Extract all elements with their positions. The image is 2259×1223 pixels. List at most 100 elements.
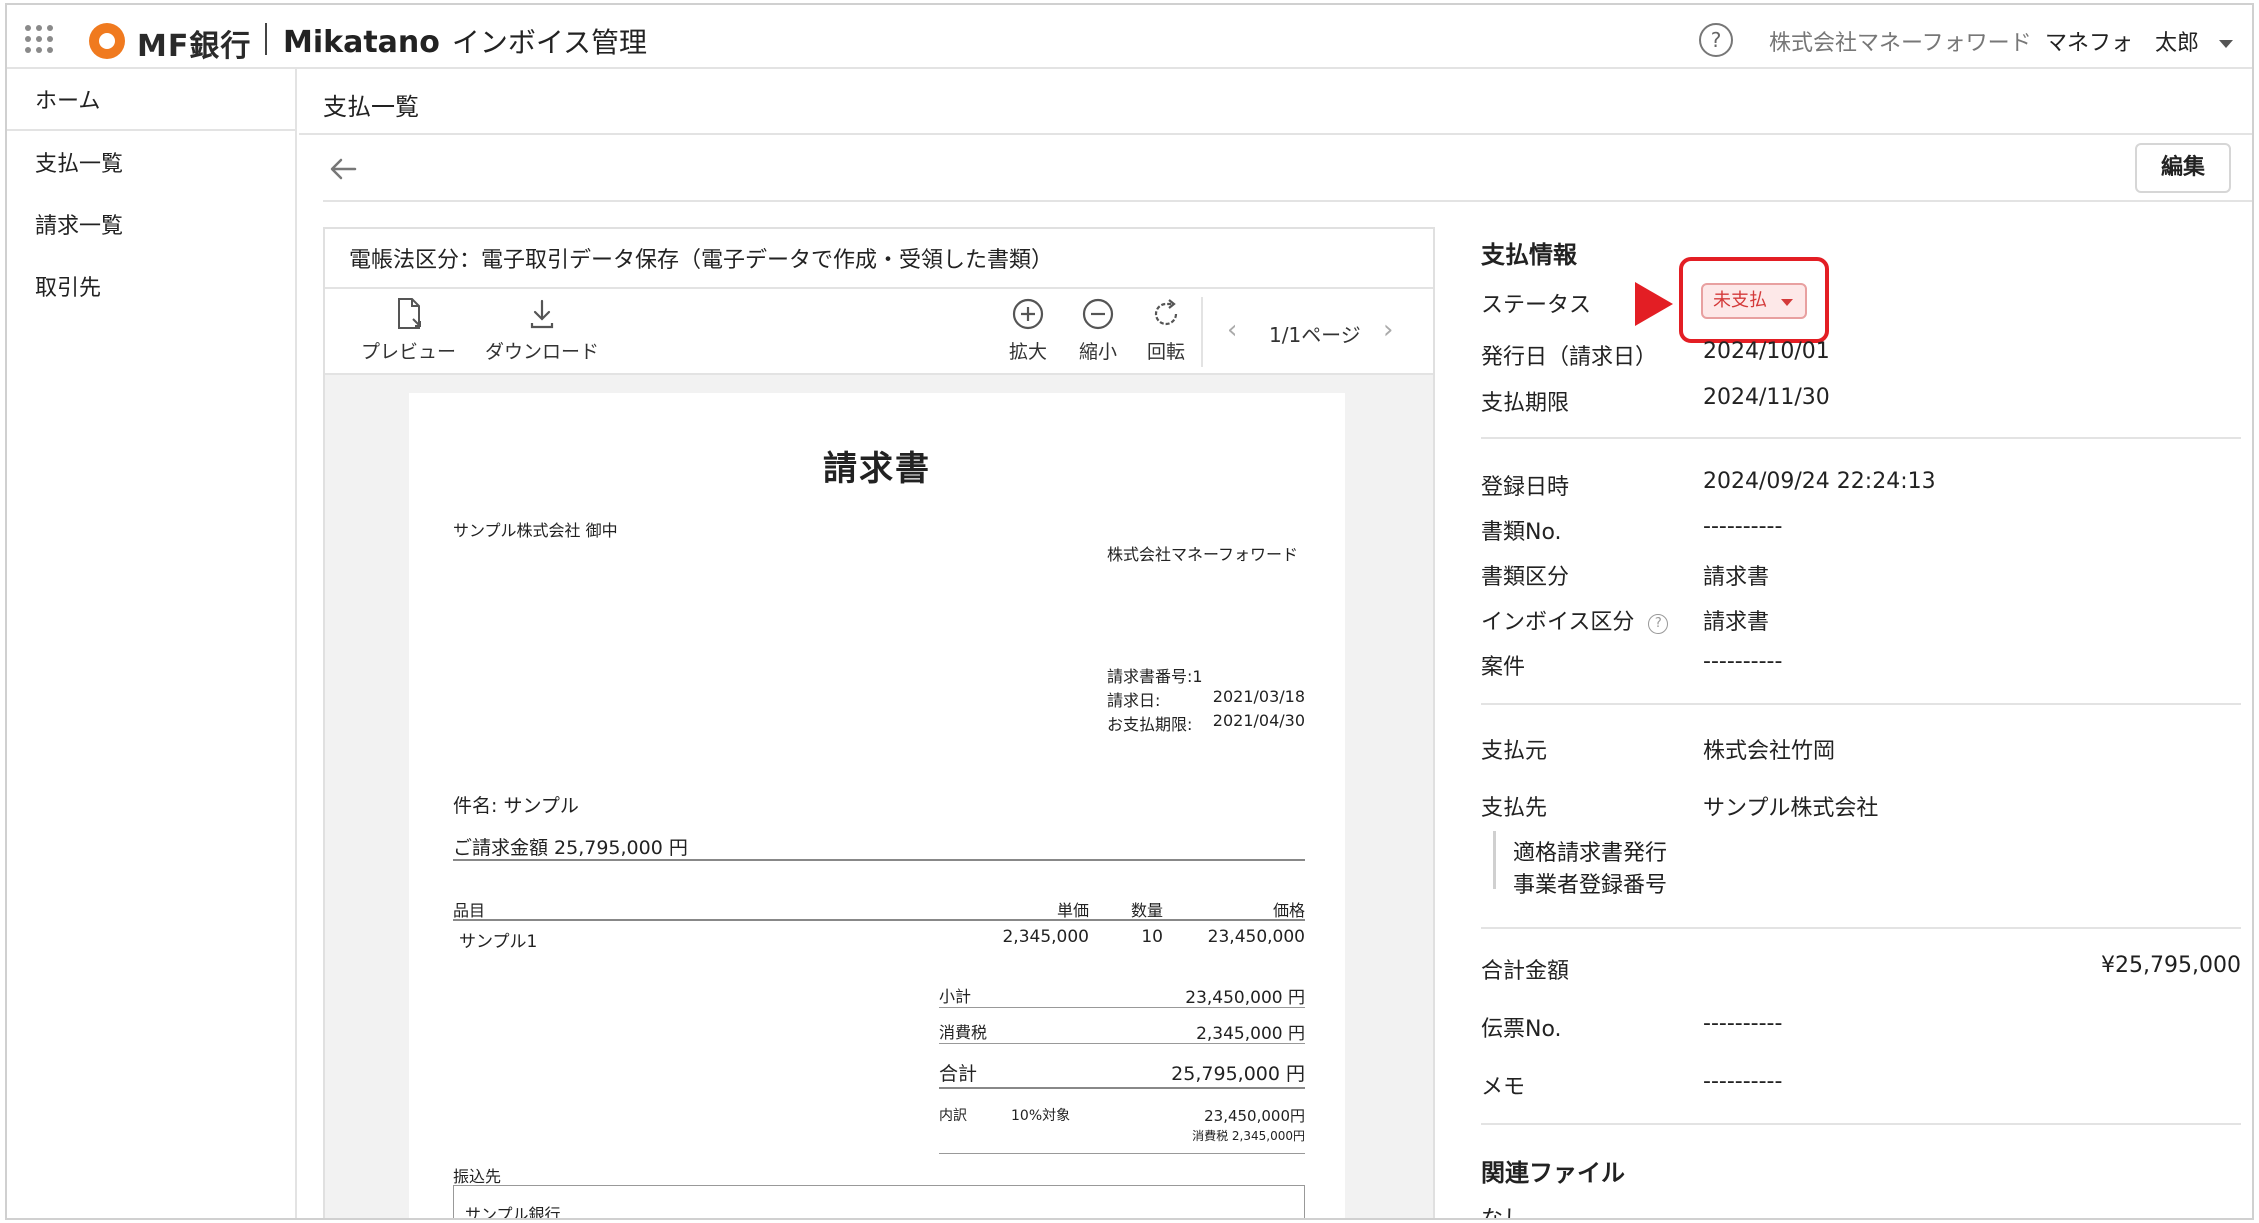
registered-label: 登録日時	[1481, 475, 1570, 500]
doc-bank-name: サンプル銀行	[465, 1205, 561, 1220]
section-title-payment: 支払情報	[1481, 241, 1577, 269]
doc-invoice-no: 請求書番号:1	[1107, 667, 1203, 686]
sidebar-item-label: 請求一覧	[35, 214, 124, 239]
doc-row-qty: 10	[1141, 927, 1163, 947]
doc-breakdown-target: 10%対象	[1011, 1108, 1071, 1124]
divider	[1481, 437, 2241, 439]
back-arrow-icon[interactable]	[325, 151, 361, 187]
doc-type-value: 請求書	[1703, 565, 1770, 590]
help-icon[interactable]: ?	[1699, 23, 1733, 57]
sidebar-item-payments[interactable]: 支払一覧	[7, 131, 295, 193]
app-brand: Mikatano	[283, 25, 440, 60]
project-label: 案件	[1481, 655, 1526, 680]
toolbar-divider	[1201, 297, 1203, 367]
sidebar-item-invoices[interactable]: 請求一覧	[7, 193, 295, 255]
sidebar-item-partners[interactable]: 取引先	[7, 255, 295, 317]
doc-no-label: 書類No.	[1481, 520, 1562, 545]
project-value: ----------	[1703, 649, 1783, 674]
doc-subject: 件名: サンプル	[453, 795, 579, 817]
zoom-out-icon	[1082, 298, 1114, 330]
doc-rule	[939, 1153, 1305, 1154]
page-title: 支払一覧	[323, 93, 419, 121]
doc-col-item: 品目	[453, 901, 486, 920]
page-indicator: 1/1ページ	[1269, 323, 1361, 347]
voucher-label: 伝票No.	[1481, 1017, 1562, 1042]
status-dropdown[interactable]: 未支払	[1701, 283, 1807, 319]
help-icon[interactable]: ?	[1648, 614, 1669, 634]
invoice-type-value: 請求書	[1703, 610, 1770, 635]
preview-label: プレビュー	[361, 341, 457, 363]
preview-button[interactable]: プレビュー	[361, 297, 456, 364]
zoom-in-button[interactable]: 拡大	[1009, 297, 1047, 364]
doc-due-label: お支払期限:	[1107, 715, 1193, 734]
divider	[1481, 927, 2241, 929]
download-button[interactable]: ダウンロード	[485, 297, 599, 364]
sidebar-item-label: 取引先	[35, 276, 102, 301]
qualified-invoice-label-2: 事業者登録番号	[1513, 873, 1668, 898]
doc-date: 2021/03/18	[1212, 687, 1305, 706]
status-highlight-box: 未支払	[1679, 257, 1829, 343]
qualified-invoice-label-1: 適格請求書発行	[1513, 841, 1668, 866]
doc-issuer: 株式会社マネーフォワード	[1107, 545, 1299, 564]
payee-label: 支払先	[1481, 796, 1548, 821]
sidebar-item-home[interactable]: ホーム	[7, 69, 295, 131]
bank-name: MF銀行	[137, 29, 252, 64]
doc-rule	[939, 1007, 1305, 1008]
due-date-label: 支払期限	[1481, 391, 1570, 416]
doc-breakdown-amount: 23,450,000円	[1204, 1107, 1305, 1125]
app-window: MF銀行 Mikatano インボイス管理 ? 株式会社マネーフォワード マネフォ…	[5, 3, 2254, 1220]
doc-rule	[939, 1043, 1305, 1044]
download-icon	[530, 299, 554, 329]
page-next-icon[interactable]: ›	[1383, 315, 1393, 345]
zoom-in-label: 拡大	[1009, 341, 1048, 363]
memo-label: メモ	[1481, 1075, 1526, 1100]
section-title-files: 関連ファイル	[1481, 1159, 1625, 1187]
invoice-type-label: インボイス区分?	[1481, 604, 1669, 636]
divider	[1481, 703, 2241, 705]
doc-type-label: 書類区分	[1481, 565, 1570, 590]
company-name: 株式会社マネーフォワード	[1769, 31, 2032, 56]
doc-breakdown-tax: 消費税 2,345,000円	[1192, 1129, 1305, 1143]
rotate-icon	[1154, 299, 1178, 326]
divider	[1481, 1123, 2241, 1125]
total-value: ¥25,795,000	[2101, 953, 2241, 978]
status-label: ステータス	[1481, 293, 1592, 318]
doc-subtotal-label: 小計	[939, 987, 972, 1006]
sidebar: ホーム 支払一覧 請求一覧 取引先	[7, 69, 297, 1218]
payer-value: 株式会社竹岡	[1703, 739, 1836, 764]
doc-col-qty: 数量	[1130, 901, 1163, 920]
chevron-down-icon	[2219, 40, 2234, 48]
total-label: 合計金額	[1481, 959, 1570, 984]
divider	[323, 200, 2252, 202]
zoom-out-button[interactable]: 縮小	[1079, 297, 1117, 364]
retention-category: 電帳法区分：電子取引データ保存（電子データで作成・受領した書類）	[325, 229, 1433, 289]
doc-rule	[939, 1087, 1305, 1089]
doc-bank-section: 振込先	[453, 1167, 502, 1186]
viewer-toolbar: プレビュー ダウンロード 拡大 縮小 回転 ‹ 1/1ページ ›	[325, 289, 1433, 375]
user-menu[interactable]: マネフォ 太郎	[2045, 25, 2234, 57]
status-value: 未支払	[1713, 290, 1767, 311]
top-bar: MF銀行 Mikatano インボイス管理 ? 株式会社マネーフォワード マネフォ…	[7, 5, 2252, 69]
edit-button[interactable]: 編集	[2135, 143, 2231, 193]
rotate-label: 回転	[1147, 341, 1186, 363]
doc-tax-label: 消費税	[939, 1023, 988, 1042]
highlight-arrow	[1635, 282, 1673, 326]
doc-row-amount: 23,450,000	[1207, 927, 1305, 947]
payee-value: サンプル株式会社	[1703, 796, 1879, 821]
zoom-out-label: 縮小	[1079, 341, 1118, 363]
file-preview-icon	[397, 298, 421, 329]
doc-total-label: 合計	[939, 1063, 978, 1085]
divider	[299, 133, 2252, 135]
issue-date-value: 2024/10/01	[1703, 339, 1830, 364]
doc-row-item: サンプル1	[459, 932, 538, 952]
page-prev-icon[interactable]: ‹	[1227, 315, 1237, 345]
doc-row-price: 2,345,000	[1002, 927, 1089, 947]
rotate-button[interactable]: 回転	[1147, 297, 1185, 364]
doc-rule	[453, 919, 1305, 921]
doc-recipient: サンプル株式会社 御中	[453, 521, 618, 540]
registered-value: 2024/09/24 22:24:13	[1703, 469, 1936, 494]
doc-col-amount: 価格	[1272, 901, 1305, 920]
app-launcher-icon[interactable]	[25, 25, 55, 55]
doc-no-value: ----------	[1703, 514, 1783, 539]
issue-date-label: 発行日（請求日）	[1481, 345, 1658, 370]
